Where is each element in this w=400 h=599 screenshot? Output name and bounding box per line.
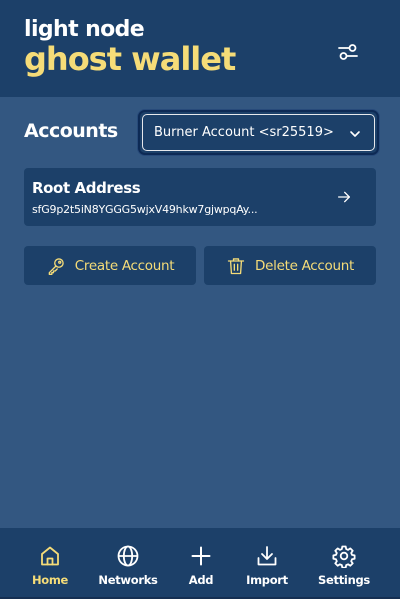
home-icon (41, 546, 59, 566)
account-select-field[interactable]: Burner Account <sr25519> (142, 114, 375, 151)
globe-icon (117, 545, 139, 567)
delete-account-button[interactable]: Delete Account (204, 246, 376, 285)
nav-import[interactable]: Import (242, 528, 292, 599)
app-header: light node ghost wallet (0, 0, 400, 97)
trash-icon (227, 257, 245, 274)
create-account-label: Create Account (74, 257, 175, 274)
nav-networks-label: Networks (98, 573, 158, 587)
create-account-button[interactable]: Create Account (24, 246, 196, 285)
nav-import-label: Import (246, 573, 288, 587)
accounts-label: Accounts (24, 120, 118, 142)
download-icon (257, 546, 277, 566)
nav-add[interactable]: Add (181, 528, 221, 599)
sliders-button[interactable] (334, 38, 362, 66)
key-icon (48, 257, 64, 275)
account-select[interactable]: Burner Account <sr25519> (138, 110, 379, 155)
root-address-value: sfG9p2t5iN8YGGG5wjxV49hkw7gjwpqAy... (32, 203, 258, 216)
arrow-right-icon (338, 191, 350, 203)
brand-subtitle: light node (24, 17, 145, 42)
nav-networks[interactable]: Networks (96, 528, 160, 599)
bottom-nav: Home Networks Add Import Settings (0, 528, 400, 599)
plus-icon (191, 546, 211, 566)
nav-home[interactable]: Home (22, 528, 78, 599)
nav-settings[interactable]: Settings (313, 528, 375, 599)
nav-home-label: Home (31, 573, 69, 587)
nav-add-label: Add (188, 573, 214, 587)
gear-icon (332, 545, 356, 568)
sliders-icon (338, 44, 358, 60)
root-address-title: Root Address (32, 179, 141, 197)
chevron-down-icon (350, 131, 360, 137)
brand-title: ghost wallet (24, 40, 236, 78)
account-select-value: Burner Account <sr25519> (154, 125, 334, 140)
delete-account-label: Delete Account (255, 257, 354, 274)
root-address-card[interactable]: Root Address sfG9p2t5iN8YGGG5wjxV49hkw7g… (24, 168, 376, 226)
nav-settings-label: Settings (318, 573, 370, 587)
